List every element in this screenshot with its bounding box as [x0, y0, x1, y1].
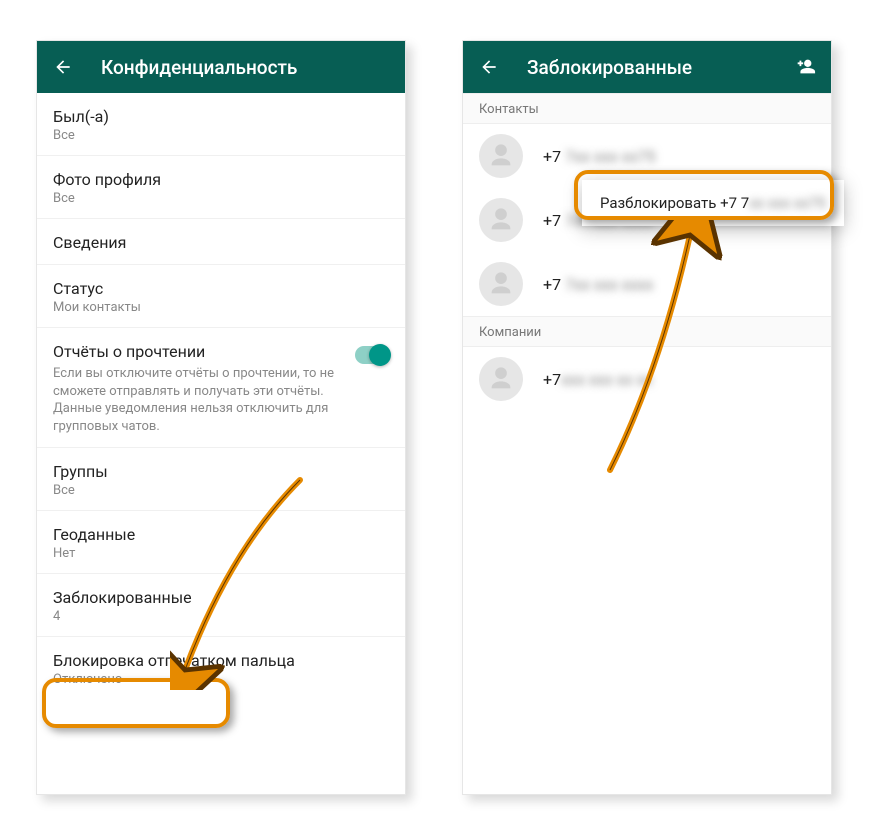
add-person-icon[interactable]: [793, 55, 817, 79]
item-about[interactable]: Сведения: [37, 219, 405, 265]
item-sub: Все: [53, 128, 389, 143]
item-sub: 4: [53, 609, 389, 624]
avatar-icon: [479, 262, 523, 306]
item-label: Статус: [53, 279, 389, 298]
appbar-title: Заблокированные: [527, 56, 793, 79]
blocked-contact-row[interactable]: +7 7хх ххх хх75: [463, 124, 831, 188]
item-read-receipts[interactable]: Отчёты о прочтении Если вы отключите отч…: [37, 328, 405, 448]
item-groups[interactable]: Группы Все: [37, 448, 405, 511]
item-blocked[interactable]: Заблокированные 4: [37, 574, 405, 637]
appbar: Конфиденциальность: [37, 41, 405, 93]
item-label: Блокировка отпечатком пальца: [53, 651, 389, 670]
item-fingerprint[interactable]: Блокировка отпечатком пальца Отключено: [37, 637, 405, 699]
item-sub: Все: [53, 483, 389, 498]
item-sub: Мои контакты: [53, 300, 389, 315]
item-label: Отчёты о прочтении: [53, 342, 355, 361]
context-menu-unblock[interactable]: Разблокировать +7 7хх ххх хх75: [582, 180, 844, 226]
item-geodata[interactable]: Геоданные Нет: [37, 511, 405, 574]
item-label: Сведения: [53, 233, 389, 252]
toggle-read-receipts[interactable]: [355, 346, 389, 364]
appbar: Заблокированные: [463, 41, 831, 93]
contact-number: +7 7хх ххх хх75: [543, 147, 656, 166]
contact-number: +7ххх ххх хх хх: [543, 370, 652, 389]
back-icon[interactable]: [477, 55, 501, 79]
item-label: Группы: [53, 462, 389, 481]
avatar-icon: [479, 198, 523, 242]
blocked-contact-row[interactable]: +7 7хх ххх хххх: [463, 252, 831, 316]
blocked-screen: Заблокированные Контакты +7 7хх ххх хх75…: [462, 40, 832, 795]
section-header-companies: Компании: [463, 316, 831, 347]
item-label: Геоданные: [53, 525, 389, 544]
item-sub: Все: [53, 191, 389, 206]
back-icon[interactable]: [51, 55, 75, 79]
avatar-icon: [479, 134, 523, 178]
contact-number: +7 7хх ххх хххх: [543, 275, 653, 294]
item-label: Был(-а): [53, 107, 389, 126]
item-sub: Отключено: [53, 672, 389, 687]
item-sub: Нет: [53, 546, 389, 561]
section-header-contacts: Контакты: [463, 93, 831, 124]
item-label: Заблокированные: [53, 588, 389, 607]
avatar-icon: [479, 357, 523, 401]
item-last-seen[interactable]: Был(-а) Все: [37, 93, 405, 156]
item-label: Фото профиля: [53, 170, 389, 189]
item-profile-photo[interactable]: Фото профиля Все: [37, 156, 405, 219]
blocked-company-row[interactable]: +7ххх ххх хх хх: [463, 347, 831, 411]
privacy-screen: Конфиденциальность Был(-а) Все Фото проф…: [36, 40, 406, 795]
item-status[interactable]: Статус Мои контакты: [37, 265, 405, 328]
appbar-title: Конфиденциальность: [101, 56, 391, 79]
item-desc: Если вы отключите отчёты о прочтении, то…: [53, 365, 355, 435]
